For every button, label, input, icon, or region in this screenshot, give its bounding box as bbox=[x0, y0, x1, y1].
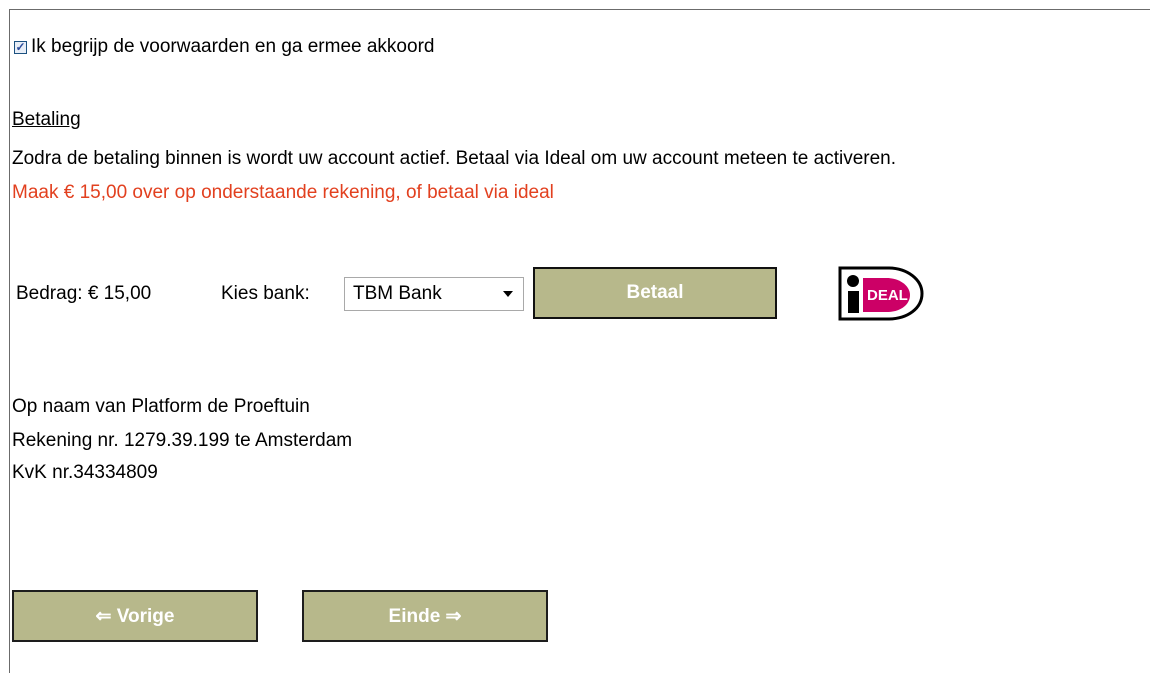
amount-label: Bedrag: € 15,00 bbox=[16, 283, 152, 304]
frame-top-border bbox=[9, 9, 1150, 10]
checkmark-icon: ✓ bbox=[15, 40, 26, 54]
frame-left-border bbox=[9, 9, 10, 673]
account-number: Rekening nr. 1279.39.199 te Amsterdam bbox=[12, 430, 353, 451]
payment-section-title: Betaling bbox=[12, 109, 81, 130]
pay-button[interactable]: Betaal bbox=[533, 267, 777, 319]
bank-select[interactable]: TBM Bank bbox=[344, 277, 524, 311]
terms-label[interactable]: Ik begrijp de voorwaarden en ga ermee ak… bbox=[31, 36, 434, 58]
payment-notice: Maak € 15,00 over op onderstaande rekeni… bbox=[12, 182, 554, 203]
chevron-down-icon[interactable] bbox=[503, 291, 513, 297]
payment-intro: Zodra de betaling binnen is wordt uw acc… bbox=[12, 148, 897, 169]
bank-select-value: TBM Bank bbox=[353, 283, 442, 304]
terms-checkbox[interactable]: ✓ bbox=[14, 40, 27, 54]
payment-row: Bedrag: € 15,00 Kies bank: TBM Bank Beta… bbox=[16, 267, 936, 319]
previous-button[interactable]: ⇐ Vorige bbox=[12, 590, 258, 642]
terms-agreement[interactable]: ✓ Ik begrijp de voorwaarden en ga ermee … bbox=[14, 36, 434, 58]
bank-label: Kies bank: bbox=[221, 283, 310, 304]
kvk-number: KvK nr.34334809 bbox=[12, 462, 158, 483]
account-name: Op naam van Platform de Proeftuin bbox=[12, 396, 310, 417]
ideal-logo: DEAL bbox=[838, 266, 924, 321]
ideal-logo-text: DEAL bbox=[867, 287, 908, 304]
finish-button[interactable]: Einde ⇒ bbox=[302, 590, 548, 642]
